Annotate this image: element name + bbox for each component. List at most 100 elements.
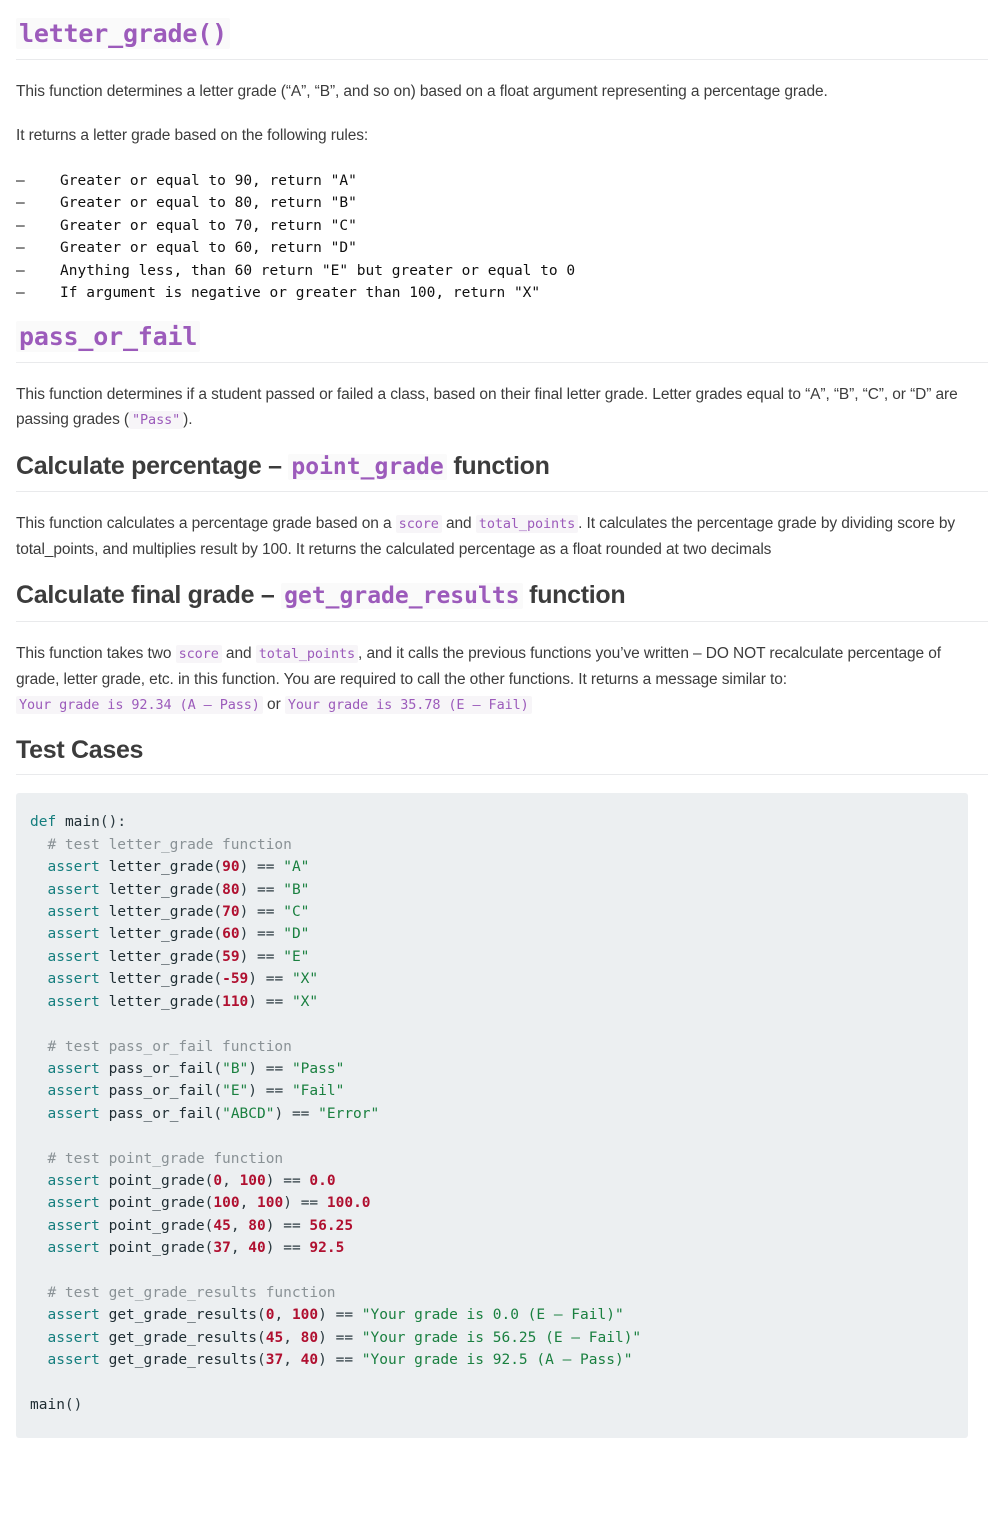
code-token-op: ( (213, 881, 223, 898)
code-token-fn: point_grade (108, 1217, 205, 1234)
code-token-kw: assert (47, 859, 100, 876)
section-heading-get-grade-results: Calculate final grade – get_grade_result… (16, 562, 988, 622)
code-token-num: 56.25 (309, 1217, 354, 1234)
code-token-pln (100, 882, 109, 898)
code-token-cmt: # test get_grade_results function (30, 1284, 336, 1301)
code-token-op: ) == (318, 1352, 362, 1369)
letter-grade-intro: This function determines a letter grade … (16, 82, 828, 100)
dash-bullet-icon: – (16, 285, 25, 302)
inline-code-example-fail: Your grade is 35.78 (E – Fail) (284, 695, 532, 714)
list-item-label: Greater or equal to 60, return "D" (60, 240, 357, 257)
code-token-str: "Your grade is 0.0 (E – Fail)" (361, 1307, 624, 1324)
code-token-pln (100, 904, 109, 920)
get-grade-results-title: Calculate final grade – get_grade_result… (16, 580, 988, 611)
code-token-pln (30, 1061, 47, 1077)
code-token-fn: letter_grade (108, 948, 214, 965)
code-token-op: ) == (239, 904, 284, 921)
code-token-pln (30, 926, 47, 942)
pass-or-fail-title-code: pass_or_fail (16, 320, 201, 352)
dash-bullet-icon: – (16, 240, 25, 257)
code-token-num: 0.0 (309, 1172, 336, 1189)
code-token-str: "Fail" (291, 1083, 345, 1100)
list-item: – Greater or equal to 80, return "B" (16, 192, 988, 215)
list-item: – Anything less, than 60 return "E" but g… (16, 260, 988, 283)
code-token-pln (30, 1218, 47, 1234)
code-token-kw: assert (47, 881, 100, 898)
code-token-str: "E" (283, 948, 310, 965)
point-grade-title: Calculate percentage – point_grade funct… (16, 451, 988, 482)
code-token-fn: point_grade (108, 1240, 205, 1257)
code-token-pln (100, 1106, 109, 1122)
code-token-kw: assert (47, 1217, 100, 1234)
code-token-op: ) == (239, 948, 284, 965)
code-token-num: 100 (239, 1172, 266, 1189)
code-token-pln (100, 1083, 109, 1099)
inline-code-score-2: score (175, 644, 222, 663)
code-token-str: "B" (283, 881, 310, 898)
code-token-kw: assert (47, 948, 100, 965)
code-token-op: ) == (248, 1083, 292, 1100)
code-token-str: "A" (283, 859, 310, 876)
code-token-str: "ABCD" (222, 1105, 275, 1122)
code-token-op: ) == (265, 1172, 310, 1189)
list-item: – Greater or equal to 70, return "C" (16, 215, 988, 238)
list-item-label: Greater or equal to 70, return "C" (60, 217, 357, 234)
code-token-pln (30, 1173, 47, 1189)
code-token-op: , (274, 1307, 292, 1324)
code-token-pln (30, 1083, 47, 1099)
test-cases-code-block[interactable]: def main(): # test letter_grade function… (16, 793, 968, 1439)
code-token-num: 90 (222, 859, 240, 876)
code-token-pln (100, 971, 109, 987)
pass-or-fail-text-2: ). (183, 410, 193, 428)
code-token-op: ( (213, 1083, 223, 1100)
code-token-op: ) == (248, 993, 292, 1010)
code-token-num: 40 (300, 1352, 319, 1369)
code-token-num: 80 (300, 1329, 319, 1346)
get-grade-results-title-text-2: function (522, 581, 626, 610)
code-token-pln (30, 1240, 47, 1256)
code-token-num: 92.5 (309, 1240, 345, 1257)
code-token-op: ) == (283, 1195, 327, 1212)
letter-grade-intro-block: This function determines a letter grade … (16, 60, 988, 104)
code-token-pln (30, 1330, 47, 1346)
code-token-pln (100, 926, 109, 942)
code-token-pln (100, 994, 109, 1010)
point-grade-body-block: This function calculates a percentage gr… (16, 492, 988, 562)
code-token-pln (30, 994, 47, 1010)
code-token-pln (100, 1240, 109, 1256)
point-grade-text-2: and (441, 515, 476, 533)
code-token-num: 37 (213, 1240, 231, 1257)
code-token-op: ( (213, 926, 223, 943)
code-token-cmt: # test point_grade function (30, 1150, 284, 1167)
section-heading-letter-grade: letter_grade() (16, 0, 988, 60)
code-token-fn: get_grade_results (108, 1352, 257, 1369)
code-token-op: ) == (239, 859, 284, 876)
code-token-fn: get_grade_results (108, 1307, 257, 1324)
code-token-num: 60 (222, 926, 240, 943)
page-title: letter_grade() (16, 18, 988, 49)
code-token-op: , (283, 1352, 301, 1369)
code-token-str: "Error" (318, 1105, 380, 1122)
code-token-fn: get_grade_results (108, 1329, 257, 1346)
code-token-op: ( (213, 993, 223, 1010)
code-token-op: ) == (265, 1217, 310, 1234)
code-token-pln (30, 1352, 47, 1368)
code-token-op: ) == (274, 1105, 319, 1122)
get-grade-results-title-code: get_grade_results (281, 583, 523, 610)
code-token-op: ) == (239, 881, 284, 898)
code-token-fn: letter_grade (108, 993, 214, 1010)
code-token-kw: assert (47, 1240, 100, 1257)
code-token-op: ( (257, 1352, 266, 1369)
code-token-str: "X" (291, 993, 319, 1010)
code-token-pln (30, 882, 47, 898)
point-grade-body: This function calculates a percentage gr… (16, 511, 988, 562)
code-token-op: ( (213, 971, 223, 988)
inline-code-score: score (395, 515, 442, 534)
code-token-num: 37 (265, 1352, 284, 1369)
code-token-num: 45 (265, 1329, 284, 1346)
code-token-fn: point_grade (108, 1195, 205, 1212)
list-item-label: Greater or equal to 90, return "A" (60, 172, 357, 189)
code-token-str: "X" (291, 971, 319, 988)
code-token-kw: assert (47, 1329, 100, 1346)
dash-bullet-icon: – (16, 217, 25, 234)
